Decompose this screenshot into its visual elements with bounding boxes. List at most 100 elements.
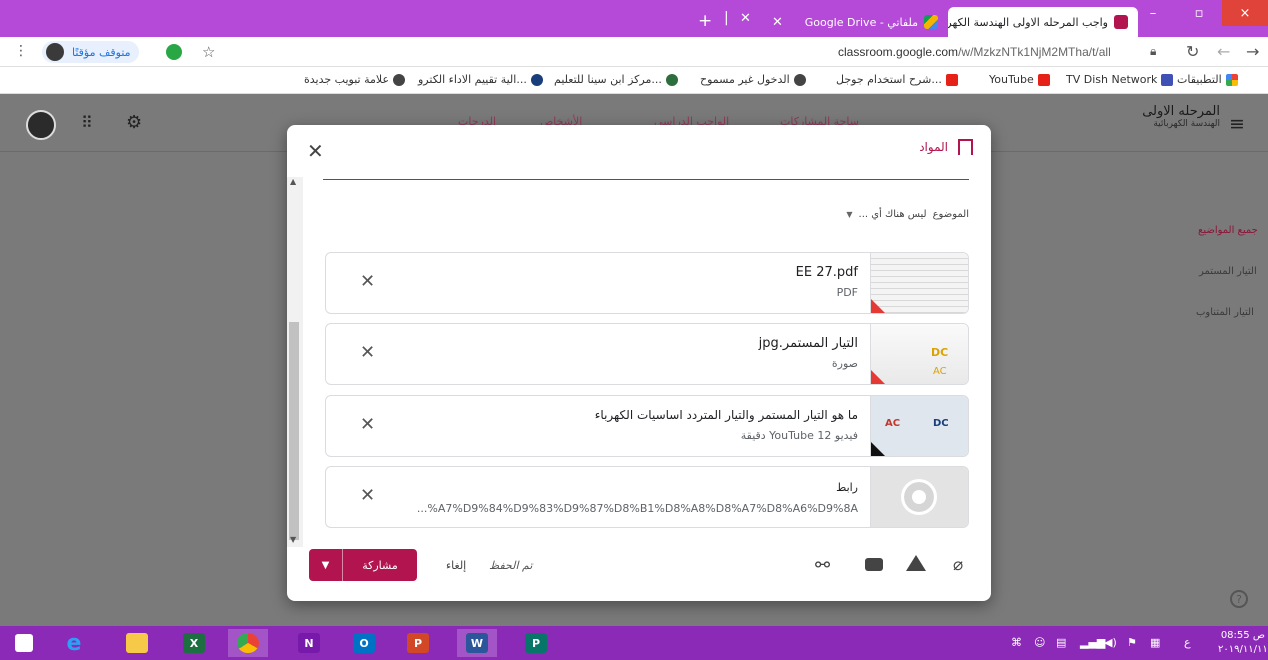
thumbnail-ac-mark: AC — [885, 418, 901, 429]
scrollbar-thumb[interactable] — [289, 322, 299, 540]
divider — [323, 179, 969, 180]
cancel-button[interactable]: إلغاء — [446, 559, 466, 572]
attachment-card[interactable]: ✕ EE 27.pdf PDF — [325, 252, 969, 314]
tab-title: ملفاتي - Google Drive — [804, 15, 918, 29]
help-icon[interactable]: ? — [1230, 590, 1248, 608]
windows-logo — [15, 634, 33, 652]
address-bar: → ← ↻ 🔒︎ classroom.google.com/w/MzkzNTk1… — [0, 37, 1268, 67]
bookmark-tv-dish[interactable]: TV Dish Network — [1066, 73, 1174, 86]
publisher-icon[interactable]: P — [516, 629, 556, 657]
bookmark-access-denied[interactable]: الدخول غير مسموح — [700, 73, 806, 86]
tray-display-icon[interactable]: ▤ — [1056, 636, 1066, 649]
bookmark-apps[interactable]: التطبيقات — [1177, 73, 1238, 86]
topic-value: ليس هناك أي ... — [858, 209, 927, 220]
profile-paused-label: متوقف مؤقتًا — [72, 45, 131, 59]
bookmark-label: TV Dish Network — [1066, 73, 1158, 86]
class-title[interactable]: المرحله الاولى الهندسة الكهربائية — [1140, 104, 1220, 129]
powerpoint-icon[interactable]: P — [398, 629, 438, 657]
bookmark-youtube[interactable]: YouTube — [989, 73, 1050, 86]
star-icon[interactable]: ☆ — [202, 43, 215, 61]
topic-select[interactable]: الموضوع ليس هناك أي ... ▼ — [846, 209, 969, 220]
browser-menu-icon[interactable]: ⋮ — [14, 43, 28, 59]
file-explorer-icon[interactable] — [117, 629, 157, 657]
windows-taskbar: e X N O P W P ⌘ ☺ ▤ ▂▄▆ ◀) ⚑ ▦ ع — [0, 626, 1268, 660]
bookmark-label: الدخول غير مسموح — [700, 73, 790, 86]
new-tab-icon[interactable]: + — [698, 11, 712, 31]
tray-ime-icon[interactable]: ▦ — [1150, 636, 1160, 649]
url-field[interactable]: classroom.google.com/w/MzkzNTk1NjM2MTha/… — [838, 45, 1111, 59]
share-label: مشاركة — [362, 558, 398, 572]
google-drive-icon[interactable] — [906, 555, 926, 571]
outlook-icon[interactable]: O — [344, 629, 384, 657]
back-arrow-icon[interactable]: → — [1246, 42, 1259, 61]
share-dropdown-icon[interactable]: ▼ — [309, 549, 343, 581]
forward-arrow-icon[interactable]: ← — [1217, 42, 1230, 61]
tab-google-drive[interactable]: ملفاتي - Google Drive ✕ — [762, 7, 948, 37]
scrollbar[interactable] — [287, 177, 303, 547]
attachment-title: التيار المستمر.jpg — [758, 336, 858, 351]
keyboard-language[interactable]: ع — [1184, 636, 1191, 649]
materials-dialog: ✕ المواد ▲ ▼ الموضوع ليس هناك أي ... ▼ ✕… — [287, 125, 991, 601]
profile-paused-button[interactable]: متوقف مؤقتًا — [42, 41, 139, 63]
attachment-subtitle: صورة — [831, 357, 858, 370]
bookmark-new-tab[interactable]: علامة تبويب جديدة — [304, 73, 406, 86]
tab-close-icon[interactable]: ✕ — [772, 15, 783, 30]
topic-ac[interactable]: التيار المتناوب — [1196, 307, 1254, 318]
topic-label: الموضوع — [932, 209, 969, 220]
excel-icon[interactable]: X — [174, 629, 214, 657]
youtube-icon[interactable] — [865, 558, 883, 571]
tray-network-icon[interactable]: ⌘ — [1011, 636, 1022, 649]
volume-icon[interactable]: ◀) — [1104, 636, 1117, 649]
google-apps-icon[interactable]: ⠿ — [81, 113, 93, 132]
topic-all[interactable]: جميع المواضيع — [1198, 225, 1258, 236]
bookmark-performance-eval[interactable]: الية تقييم الاداء الكترو... — [418, 73, 543, 86]
onenote-icon[interactable]: N — [289, 629, 329, 657]
evernote-icon[interactable] — [166, 44, 182, 60]
gear-icon[interactable]: ⚙ — [126, 112, 142, 133]
pdf-badge-icon — [871, 299, 885, 313]
dialog-title: المواد — [919, 140, 948, 154]
tray-flag-icon[interactable]: ⚑ — [1127, 636, 1137, 649]
chrome-icon[interactable] — [228, 629, 268, 657]
tab-title: واجب المرحله الاولى الهندسة الكهربائية — [948, 15, 1108, 29]
word-icon[interactable]: W — [457, 629, 497, 657]
image-badge-icon — [871, 370, 885, 384]
reload-icon[interactable]: ↻ — [1186, 42, 1199, 61]
bookmark-label: شرح استخدام جوجل... — [836, 73, 942, 86]
remove-attachment-icon[interactable]: ✕ — [360, 271, 375, 292]
attach-file-icon[interactable]: ⌀ — [953, 555, 963, 575]
topic-dc[interactable]: التيار المستمر — [1199, 266, 1257, 277]
tab-classroom-assignment[interactable]: واجب المرحله الاولى الهندسة الكهربائية ✕ — [948, 7, 1138, 37]
attachment-card[interactable]: ✕ ما هو التيار المستمر والتيار المتردد ا… — [325, 395, 969, 457]
close-icon[interactable]: ✕ — [307, 139, 324, 163]
class-name: المرحله الاولى — [1142, 104, 1220, 119]
internet-explorer-icon[interactable]: e — [54, 629, 94, 657]
window-maximize-button[interactable]: ▫ — [1176, 0, 1222, 26]
signal-icon[interactable]: ▂▄▆ — [1080, 636, 1105, 649]
avatar[interactable] — [26, 110, 56, 140]
remove-attachment-icon[interactable]: ✕ — [360, 414, 375, 435]
bookmark-ibn-sina[interactable]: مركز ابن سينا للتعليم... — [554, 73, 678, 86]
bookmark-google-tutorial[interactable]: شرح استخدام جوجل... — [836, 73, 958, 86]
dropdown-arrow-icon: ▼ — [846, 210, 853, 219]
share-button[interactable]: ▼ مشاركة — [309, 549, 417, 581]
remove-attachment-icon[interactable]: ✕ — [360, 342, 375, 363]
classroom-favicon — [1114, 15, 1128, 29]
windows-start-icon[interactable] — [4, 629, 44, 657]
dialog-footer: ▼ مشاركة إلغاء تم الحفظ ⚯ ⌀ — [287, 537, 991, 601]
scroll-up-icon[interactable]: ▲ — [290, 177, 296, 186]
link-icon[interactable]: ⚯ — [815, 555, 830, 576]
youtube-icon — [1037, 73, 1050, 86]
attachment-title: ما هو التيار المستمر والتيار المتردد اسا… — [594, 408, 858, 422]
tab-close-all-icon[interactable]: ✕ — [740, 11, 751, 26]
bookmark-label: YouTube — [989, 73, 1034, 86]
tray-people-icon[interactable]: ☺ — [1034, 636, 1045, 649]
hamburger-menu-icon[interactable]: ≡ — [1229, 113, 1245, 135]
remove-attachment-icon[interactable]: ✕ — [360, 485, 375, 506]
attachment-card[interactable]: ✕ رابط ...%A7%D9%84%D9%83%D9%87%D8%B1%D8… — [325, 466, 969, 528]
window-close-button[interactable]: × — [1222, 0, 1268, 26]
attachment-card[interactable]: ✕ التيار المستمر.jpg صورة DC AC — [325, 323, 969, 385]
taskbar-clock[interactable]: 08:55 ص ٢٠١٩/١١/١١ — [1218, 629, 1268, 657]
lock-icon[interactable]: 🔒︎ — [1150, 44, 1156, 59]
thumbnail-dc-mark: DC — [933, 418, 949, 429]
